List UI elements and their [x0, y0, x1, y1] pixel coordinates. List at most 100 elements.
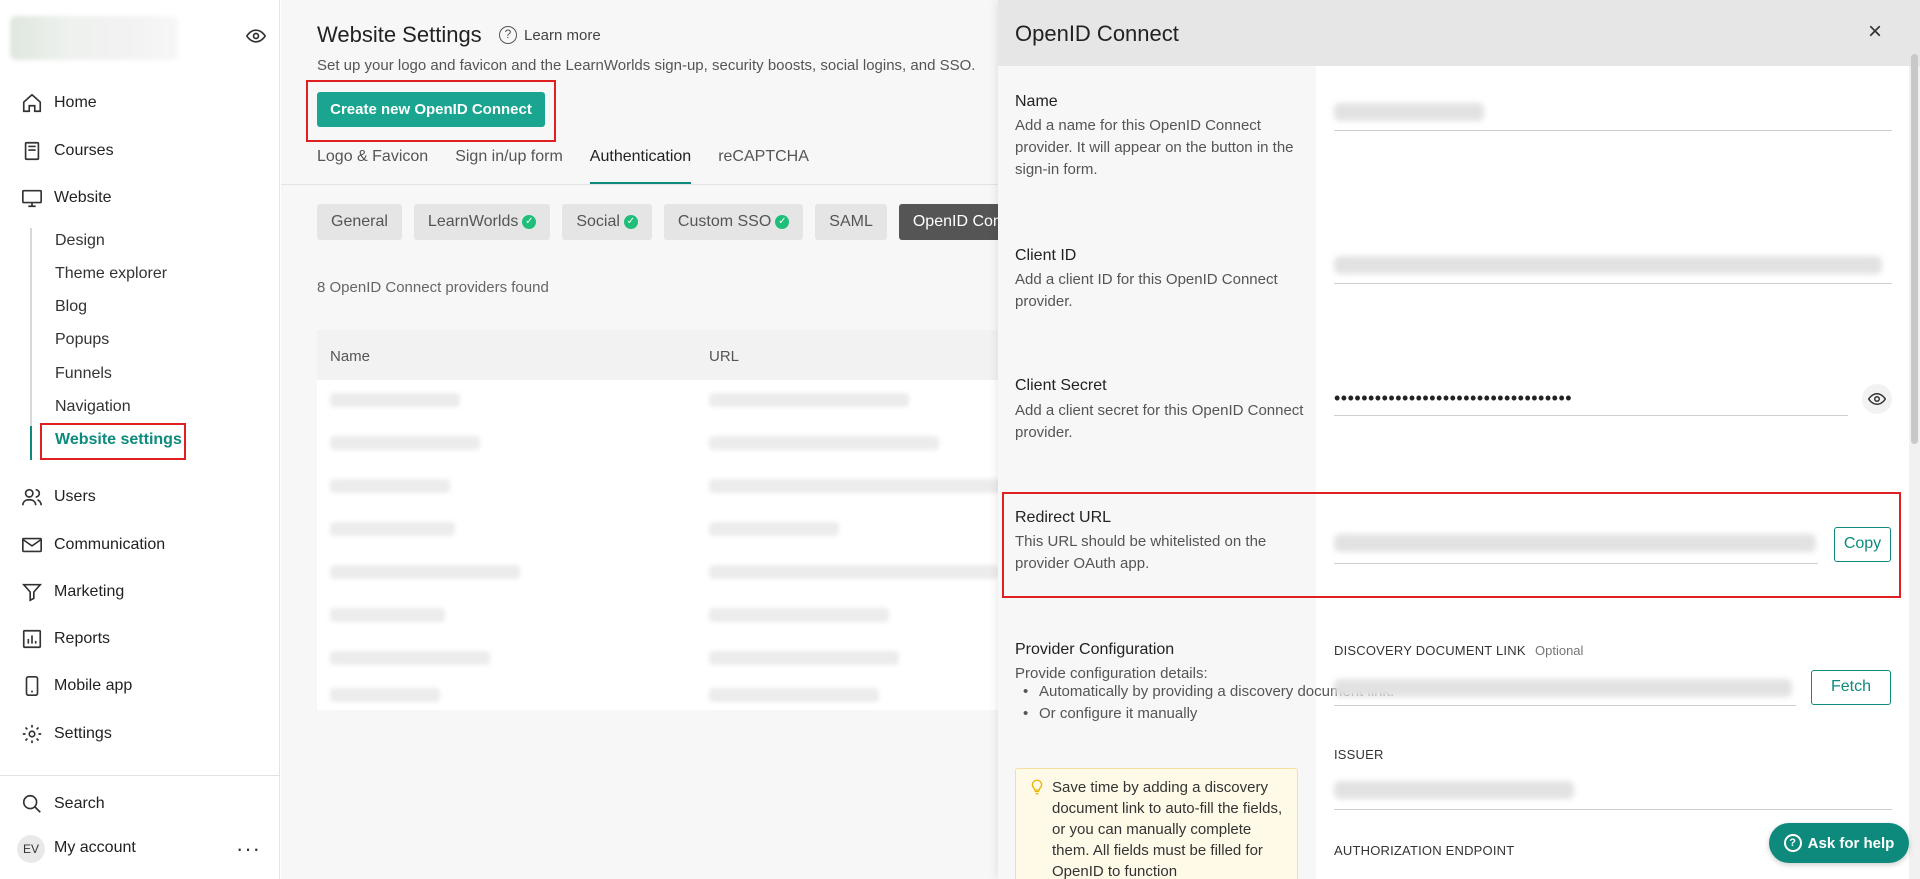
- nav-settings[interactable]: Settings: [0, 716, 280, 752]
- pill-social[interactable]: Social ✓: [562, 204, 652, 240]
- nav-communication-label: Communication: [54, 536, 166, 553]
- pill-general[interactable]: General: [317, 204, 402, 240]
- tab-logo-favicon[interactable]: Logo & Favicon: [317, 148, 428, 184]
- table-row[interactable]: [709, 651, 899, 665]
- table-row[interactable]: [330, 522, 455, 536]
- pill-learnworlds[interactable]: LearnWorlds ✓: [413, 204, 551, 240]
- discovery-document-label: DISCOVERY DOCUMENT LINK: [1334, 643, 1526, 658]
- nav-search[interactable]: Search: [0, 786, 280, 822]
- name-input[interactable]: [1334, 130, 1892, 131]
- pill-custom-sso[interactable]: Custom SSO ✓: [663, 204, 804, 240]
- show-secret-eye-icon[interactable]: [1862, 384, 1892, 414]
- tab-recaptcha[interactable]: reCAPTCHA: [718, 148, 809, 184]
- sub-funnels[interactable]: Funnels: [55, 365, 112, 383]
- sidebar: Home Courses Website Design Theme explor…: [0, 0, 280, 879]
- check-circle-icon: ✓: [522, 215, 537, 229]
- pill-saml[interactable]: SAML: [815, 204, 887, 240]
- table-row[interactable]: [709, 436, 939, 450]
- preview-eye-icon[interactable]: [245, 26, 267, 46]
- nav-website[interactable]: Website: [0, 180, 280, 216]
- table-row[interactable]: [330, 608, 445, 622]
- name-input-value[interactable]: [1334, 103, 1484, 121]
- nav-courses[interactable]: Courses: [0, 133, 280, 169]
- sidebar-divider: [0, 775, 280, 776]
- nav-home-label: Home: [54, 94, 97, 111]
- help-icon[interactable]: ?: [499, 26, 517, 44]
- discovery-link-input[interactable]: [1334, 705, 1796, 706]
- tip-text: Save time by adding a discovery document…: [1052, 779, 1283, 879]
- issuer-value[interactable]: [1334, 781, 1574, 799]
- sub-blog[interactable]: Blog: [55, 298, 87, 316]
- mail-icon: [20, 533, 44, 557]
- table-row[interactable]: [709, 479, 1009, 493]
- table-row[interactable]: [709, 393, 909, 407]
- avatar[interactable]: EV: [17, 835, 45, 863]
- table-row[interactable]: [330, 651, 490, 665]
- close-icon[interactable]: ×: [1868, 18, 1882, 46]
- learn-more-link[interactable]: Learn more: [524, 27, 601, 44]
- pill-general-label: General: [331, 213, 388, 230]
- check-circle-icon: ✓: [775, 215, 790, 229]
- sub-navigation[interactable]: Navigation: [55, 398, 131, 416]
- table-row[interactable]: [330, 479, 450, 493]
- redirect-url-title: Redirect URL: [1015, 509, 1112, 526]
- nav-mobile-app[interactable]: Mobile app: [0, 668, 280, 704]
- nav-settings-label: Settings: [54, 725, 112, 742]
- pill-social-label: Social: [576, 213, 620, 230]
- tip-box: Save time by adding a discovery document…: [1015, 768, 1298, 879]
- client-id-input[interactable]: [1334, 283, 1892, 284]
- ask-for-help-button[interactable]: ? Ask for help: [1769, 823, 1909, 863]
- table-row[interactable]: [709, 688, 879, 702]
- table-header: [317, 330, 1017, 380]
- nav-users[interactable]: Users: [0, 479, 280, 515]
- fetch-button[interactable]: Fetch: [1811, 670, 1891, 705]
- search-icon: [20, 792, 44, 816]
- funnel-icon: [20, 580, 44, 604]
- authorization-endpoint-label: AUTHORIZATION ENDPOINT: [1334, 843, 1515, 858]
- nav-communication[interactable]: Communication: [0, 527, 280, 563]
- optional-tag: Optional: [1535, 643, 1584, 658]
- table-row[interactable]: [709, 608, 889, 622]
- nav-marketing[interactable]: Marketing: [0, 574, 280, 610]
- providers-count: 8 OpenID Connect providers found: [317, 279, 549, 296]
- pill-custom-sso-label: Custom SSO: [677, 213, 772, 230]
- scrollbar-thumb[interactable]: [1911, 54, 1918, 444]
- nav-website-label: Website: [54, 189, 112, 206]
- active-indicator: [30, 426, 32, 460]
- panel-label-column: [998, 66, 1316, 879]
- phone-icon: [20, 674, 44, 698]
- discovery-link-value[interactable]: [1334, 679, 1792, 697]
- home-icon: [20, 91, 44, 115]
- sub-design[interactable]: Design: [55, 232, 105, 250]
- table-row[interactable]: [709, 565, 999, 579]
- issuer-label: ISSUER: [1334, 747, 1384, 762]
- school-logo[interactable]: [10, 16, 178, 60]
- client-id-title: Client ID: [1015, 247, 1077, 264]
- issuer-input[interactable]: [1334, 809, 1892, 810]
- tab-authentication[interactable]: Authentication: [589, 148, 692, 184]
- create-openid-button[interactable]: Create new OpenID Connect: [317, 92, 545, 127]
- client-id-value[interactable]: [1334, 256, 1882, 274]
- table-row[interactable]: [330, 565, 520, 579]
- more-options-icon[interactable]: ···: [236, 836, 261, 862]
- sub-theme-explorer[interactable]: Theme explorer: [55, 265, 167, 283]
- table-row[interactable]: [330, 436, 480, 450]
- client-secret-value[interactable]: •••••••••••••••••••••••••••••••••••: [1334, 388, 1572, 409]
- copy-button[interactable]: Copy: [1834, 527, 1891, 562]
- tab-sign-in-up[interactable]: Sign in/up form: [455, 148, 563, 184]
- nav-home[interactable]: Home: [0, 85, 280, 121]
- nav-users-label: Users: [54, 488, 96, 505]
- table-row[interactable]: [330, 393, 460, 407]
- users-icon: [20, 485, 44, 509]
- table-row[interactable]: [330, 688, 440, 702]
- table-row[interactable]: [709, 522, 839, 536]
- help-circle-icon: ?: [1783, 834, 1802, 852]
- sub-popups[interactable]: Popups: [55, 331, 109, 349]
- redirect-url-value: [1334, 534, 1816, 552]
- nav-reports[interactable]: Reports: [0, 621, 280, 657]
- client-secret-input[interactable]: [1334, 415, 1848, 416]
- website-submenu-rail: [30, 228, 32, 460]
- nav-mobile-app-label: Mobile app: [54, 677, 133, 694]
- my-account-label[interactable]: My account: [54, 839, 136, 857]
- openid-connect-panel: OpenID Connect × Name Add a name for thi…: [998, 0, 1920, 879]
